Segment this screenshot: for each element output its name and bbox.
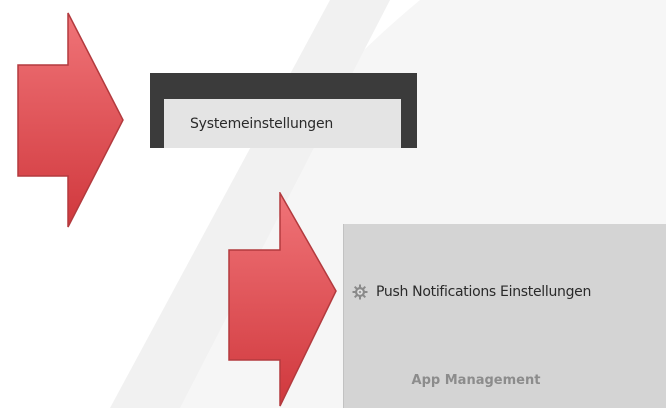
push-notifications-label: Push Notifications Einstellungen — [376, 284, 592, 300]
pointer-arrow-top — [17, 12, 124, 228]
system-menu-panel: Systemeinstellungen — [150, 73, 417, 148]
menu-item-system-settings[interactable]: Systemeinstellungen — [164, 99, 401, 148]
app-management-ribbon-group: Push Notifications Einstellungen App Man… — [343, 224, 666, 408]
pointer-arrow-bottom — [228, 192, 337, 407]
push-notifications-settings-button[interactable]: Push Notifications Einstellungen — [352, 284, 591, 300]
menu-item-label: Systemeinstellungen — [190, 115, 334, 132]
gear-icon — [352, 284, 368, 300]
group-label-app-management: App Management — [411, 373, 541, 388]
